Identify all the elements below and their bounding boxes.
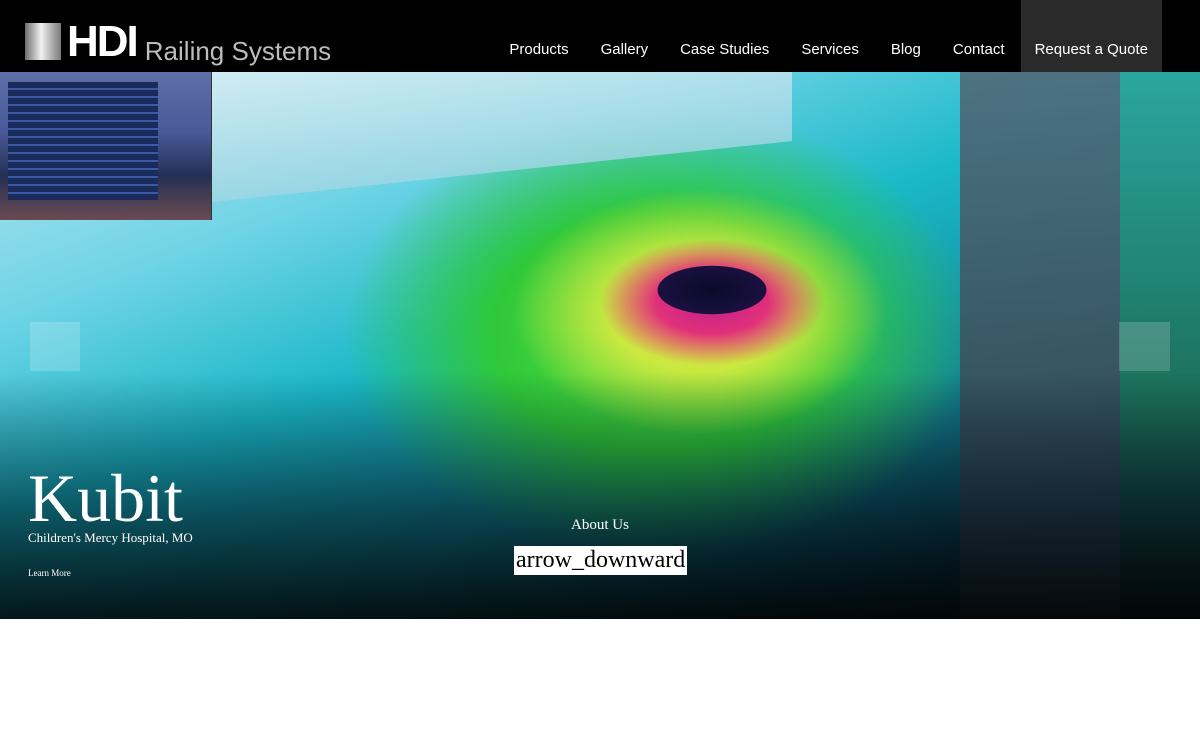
logo-brand: HDI	[67, 17, 139, 66]
hero-title: Kubit	[28, 460, 183, 536]
nav-blog[interactable]: Blog	[875, 0, 937, 72]
nav-contact[interactable]: Contact	[937, 0, 1021, 72]
nav-case-studies[interactable]: Case Studies	[664, 0, 785, 72]
nav-products[interactable]: Products	[493, 0, 584, 72]
about-us-link[interactable]: About Us	[571, 517, 629, 534]
slider-next-button[interactable]	[1119, 322, 1170, 371]
learn-more-link[interactable]: Learn More	[28, 568, 71, 578]
slider-prev-button[interactable]	[30, 322, 80, 371]
hero-subtitle: Children's Mercy Hospital, MO	[28, 530, 193, 545]
arrow-down-icon[interactable]: arrow_downward	[514, 546, 688, 575]
logo-mark-icon	[25, 23, 61, 60]
hero-banner: Kubit Children's Mercy Hospital, MO Lear…	[0, 72, 1200, 619]
main-nav: Products Gallery Case Studies Services B…	[493, 0, 1162, 72]
request-quote-button[interactable]: Request a Quote	[1020, 0, 1162, 72]
logo-tagline: Railing Systems	[144, 36, 332, 66]
nav-gallery[interactable]: Gallery	[585, 0, 665, 72]
nav-services[interactable]: Services	[785, 0, 875, 72]
logo[interactable]: HDI Railing Systems	[25, 17, 331, 66]
site-header: HDI Railing Systems Products Gallery Cas…	[0, 0, 1200, 72]
